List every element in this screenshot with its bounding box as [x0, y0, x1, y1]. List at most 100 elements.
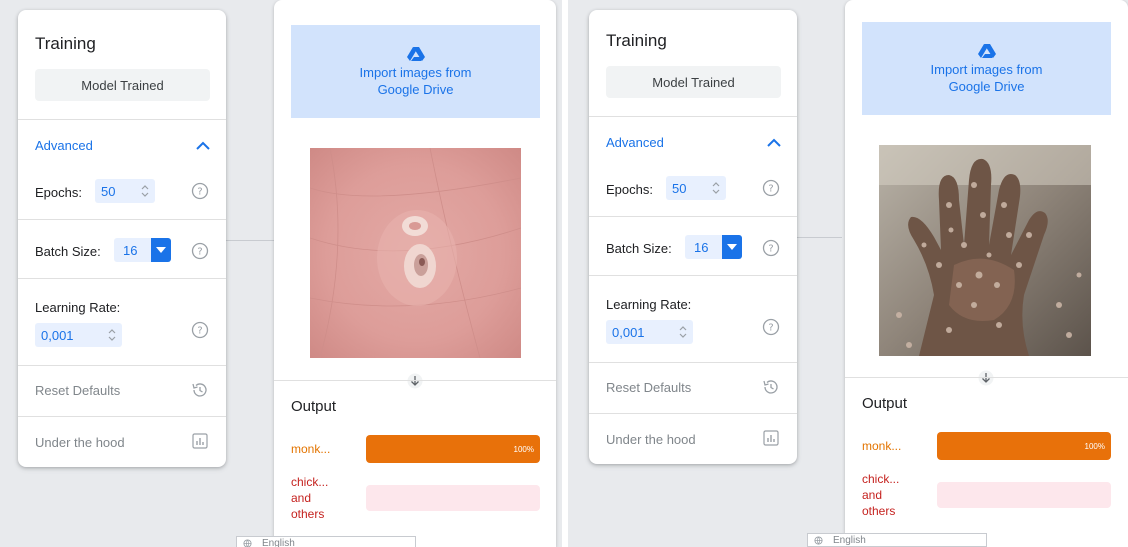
epochs-value: 50 — [672, 180, 687, 196]
spinner-icon[interactable] — [712, 181, 720, 195]
training-card: Training Model Trained Advanced Epochs: … — [18, 10, 226, 467]
class-label-line: chick... — [291, 475, 329, 489]
batch-size-select[interactable]: 16 — [114, 238, 171, 262]
svg-text:?: ? — [197, 326, 202, 337]
under-the-hood-button[interactable]: Under the hood — [35, 435, 125, 450]
language-label: English — [262, 537, 295, 547]
language-selector[interactable]: English — [807, 533, 987, 547]
globe-icon — [243, 538, 252, 547]
input-image — [879, 145, 1091, 356]
flow-connector — [792, 237, 842, 238]
bar-chart-icon[interactable] — [762, 429, 780, 447]
language-label: English — [833, 534, 866, 546]
help-icon[interactable]: ? — [191, 182, 209, 200]
google-drive-icon — [406, 46, 425, 61]
advanced-toggle[interactable]: Advanced — [606, 135, 664, 150]
learning-rate-input[interactable]: 0,001 — [35, 323, 122, 347]
reset-defaults-button[interactable]: Reset Defaults — [606, 380, 691, 395]
chevron-up-icon[interactable] — [767, 138, 781, 148]
class-label-line: and — [291, 491, 312, 505]
batch-size-select[interactable]: 16 — [685, 235, 742, 259]
flow-connector — [224, 240, 274, 241]
confidence-percent: 100% — [1084, 441, 1105, 451]
model-trained-button[interactable]: Model Trained — [35, 69, 210, 101]
google-drive-icon — [977, 43, 996, 58]
svg-text:?: ? — [768, 244, 773, 255]
help-icon[interactable]: ? — [762, 239, 780, 257]
divider — [845, 377, 1128, 378]
history-icon[interactable] — [762, 378, 780, 396]
spinner-icon[interactable] — [679, 325, 687, 339]
screenshot-panel-left: Training Model Trained Advanced Epochs: … — [0, 0, 562, 547]
batch-size-value: 16 — [123, 242, 138, 258]
class-label-line: and — [862, 488, 883, 502]
import-google-drive-button[interactable]: Import images from Google Drive — [862, 22, 1111, 115]
epochs-input[interactable]: 50 — [95, 179, 155, 203]
advanced-toggle[interactable]: Advanced — [35, 138, 93, 153]
training-card: Training Model Trained Advanced Epochs: … — [589, 10, 797, 464]
epochs-value: 50 — [101, 183, 116, 199]
divider — [589, 116, 797, 117]
image-card: Import images from Google Drive Output m… — [845, 0, 1128, 547]
divider — [589, 216, 797, 217]
dropdown-arrow-icon[interactable] — [151, 238, 171, 262]
confidence-bar-chickenpox — [366, 485, 540, 511]
class-label-monkeypox: monk... — [291, 442, 331, 456]
svg-text:?: ? — [768, 323, 773, 334]
reset-defaults-button[interactable]: Reset Defaults — [35, 383, 120, 398]
divider — [18, 278, 226, 279]
epochs-label: Epochs: — [606, 182, 653, 197]
under-the-hood-button[interactable]: Under the hood — [606, 432, 696, 447]
class-label-line: chick... — [862, 472, 900, 486]
svg-text:?: ? — [197, 247, 202, 258]
import-text-line1: Import images from — [359, 64, 472, 80]
batch-size-value: 16 — [694, 239, 709, 255]
svg-text:?: ? — [197, 187, 202, 198]
divider — [589, 275, 797, 276]
divider — [274, 380, 556, 381]
training-title: Training — [35, 34, 96, 53]
arrow-down-icon — [407, 373, 423, 389]
learning-rate-value: 0,001 — [612, 324, 645, 340]
batch-size-label: Batch Size: — [35, 244, 101, 259]
epochs-label: Epochs: — [35, 185, 82, 200]
class-label-chickenpox: chick... and others — [291, 474, 328, 522]
import-text-line1: Import images from — [930, 61, 1043, 77]
spinner-icon[interactable] — [108, 328, 116, 342]
learning-rate-label: Learning Rate: — [606, 297, 692, 312]
divider — [589, 413, 797, 414]
class-label-line: others — [862, 504, 896, 518]
help-icon[interactable]: ? — [191, 242, 209, 260]
confidence-bar-chickenpox — [937, 482, 1111, 508]
class-label-monkeypox: monk... — [862, 439, 902, 453]
help-icon[interactable]: ? — [191, 321, 209, 339]
svg-text:?: ? — [768, 184, 773, 195]
arrow-down-icon — [978, 370, 994, 386]
import-google-drive-button[interactable]: Import images from Google Drive — [291, 25, 540, 118]
output-title: Output — [862, 395, 908, 412]
chevron-up-icon[interactable] — [196, 141, 210, 151]
divider — [18, 416, 226, 417]
help-icon[interactable]: ? — [762, 318, 780, 336]
class-label-line: others — [291, 507, 325, 521]
divider — [18, 365, 226, 366]
bar-chart-icon[interactable] — [191, 432, 209, 450]
epochs-input[interactable]: 50 — [666, 176, 726, 200]
confidence-bar-monkeypox: 100% — [937, 432, 1111, 460]
history-icon[interactable] — [191, 381, 209, 399]
divider — [18, 219, 226, 220]
globe-icon — [814, 535, 823, 545]
model-trained-button[interactable]: Model Trained — [606, 66, 781, 98]
language-selector[interactable]: English — [236, 536, 416, 547]
learning-rate-value: 0,001 — [41, 327, 74, 343]
learning-rate-input[interactable]: 0,001 — [606, 320, 693, 344]
batch-size-label: Batch Size: — [606, 241, 672, 256]
input-image — [310, 148, 521, 358]
help-icon[interactable]: ? — [762, 179, 780, 197]
confidence-percent: 100% — [513, 444, 534, 454]
divider — [18, 119, 226, 120]
dropdown-arrow-icon[interactable] — [722, 235, 742, 259]
spinner-icon[interactable] — [141, 184, 149, 198]
confidence-bar-monkeypox: 100% — [366, 435, 540, 463]
output-title: Output — [291, 398, 337, 415]
